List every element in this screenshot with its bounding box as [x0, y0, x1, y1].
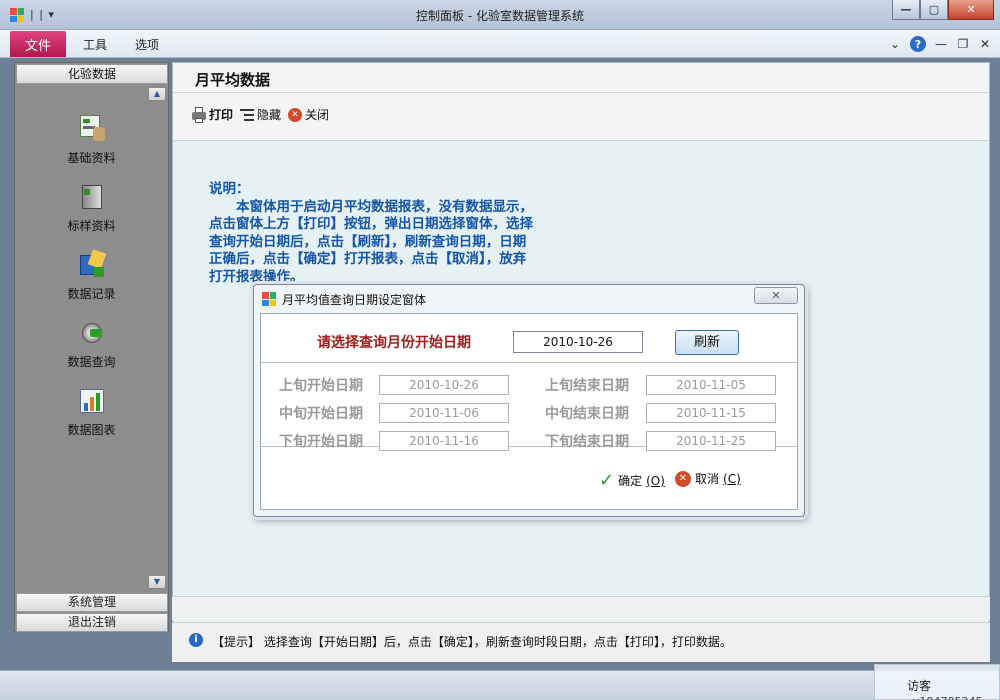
period-start-label: 上旬开始日期 — [279, 378, 363, 394]
period-start-input: 2010-11-06 — [379, 403, 509, 423]
nav-item-label: 标样资料 — [67, 219, 116, 233]
period-end-label: 中旬结束日期 — [545, 406, 629, 422]
left-nav-panel: 化验数据 ▲ 基础资料 标样资料 数据记录 数据查询 数据图表 ▼ 系统管理 退… — [14, 62, 169, 632]
period-start-label: 下旬开始日期 — [279, 434, 363, 450]
description-text: 说明： 本窗体用于启动月平均数据报表，没有数据显示，点击窗体上方【打印】按钮，弹… — [209, 181, 533, 285]
date-settings-dialog: 月平均值查询日期设定窗体 ✕ 请选择查询月份开始日期 2010-10-26 刷新… — [253, 284, 805, 517]
mdi-restore-icon[interactable]: ❐ — [956, 37, 970, 51]
print-button[interactable]: 打印 — [191, 106, 233, 123]
nav-item-data-charts[interactable]: 数据图表 — [15, 385, 168, 438]
scroll-down-button[interactable]: ▼ — [148, 575, 166, 589]
toolbar: 打印 隐藏 ✕ 关闭 — [173, 93, 989, 141]
period-end-label: 上旬结束日期 — [545, 378, 629, 394]
nav-group-logout[interactable]: 退出注销 — [16, 613, 168, 632]
ribbon: 文件 工具 选项 ⌄ ? — ❐ ✕ — [0, 30, 1000, 58]
database-form-icon — [76, 113, 108, 143]
period-end-input: 2010-11-05 — [646, 375, 776, 395]
nav-item-standard-samples[interactable]: 标样资料 — [15, 181, 168, 234]
cabinet-icon — [76, 181, 108, 211]
hide-list-icon — [239, 107, 255, 123]
nav-group-system-admin[interactable]: 系统管理 — [16, 593, 168, 612]
mdi-close-icon[interactable]: ✕ — [978, 37, 992, 51]
checkmark-icon: ✓ — [599, 470, 615, 491]
tip-text: 【提示】 选择查询【开始日期】后，点击【确定】，刷新查询时段日期，点击【打印】，… — [212, 635, 732, 649]
nav-item-label: 基础资料 — [67, 151, 116, 165]
nav-item-label: 数据图表 — [67, 423, 116, 437]
nav-group-header[interactable]: 化验数据 — [16, 64, 168, 84]
period-end-label: 下旬结束日期 — [545, 434, 629, 450]
dialog-app-icon — [262, 292, 276, 306]
dialog-body: 请选择查询月份开始日期 2010-10-26 刷新 上旬开始日期 2010-10… — [260, 313, 798, 510]
tip-bar: i 【提示】 选择查询【开始日期】后，点击【确定】，刷新查询时段日期，点击【打印… — [172, 622, 990, 662]
minimize-button[interactable]: — — [892, 0, 920, 20]
printer-icon — [191, 106, 207, 123]
tab-file[interactable]: 文件 — [10, 31, 66, 57]
ok-button[interactable]: ✓ 确定 (O) — [599, 470, 665, 491]
cancel-x-icon: ✕ — [675, 470, 691, 487]
period-start-input: 2010-10-26 — [379, 375, 509, 395]
query-start-label: 请选择查询月份开始日期 — [317, 335, 471, 351]
ribbon-collapse-icon[interactable]: ⌄ — [888, 37, 902, 51]
title-bar: | | ▾ 控制面板 - 化验室数据管理系统 — ▢ ✕ — [0, 0, 1000, 30]
visitor-badge: 访客v194785245 — [874, 664, 1000, 700]
nav-item-basic-data[interactable]: 基础资料 — [15, 113, 168, 166]
close-page-button[interactable]: ✕ 关闭 — [287, 106, 329, 123]
period-end-input: 2010-11-15 — [646, 403, 776, 423]
content-footer — [172, 596, 990, 620]
period-start-input: 2010-11-16 — [379, 431, 509, 451]
tab-tools[interactable]: 工具 — [83, 36, 107, 53]
period-start-label: 中旬开始日期 — [279, 406, 363, 422]
info-icon: i — [189, 633, 203, 647]
nav-item-data-records[interactable]: 数据记录 — [15, 249, 168, 302]
query-group: 请选择查询月份开始日期 2010-10-26 刷新 — [261, 314, 797, 363]
status-bar — [0, 670, 1000, 700]
hide-button[interactable]: 隐藏 — [239, 106, 281, 123]
window-title: 控制面板 - 化验室数据管理系统 — [416, 9, 584, 23]
mdi-minimize-icon[interactable]: — — [934, 37, 948, 51]
refresh-button[interactable]: 刷新 — [675, 330, 739, 355]
chart-icon — [76, 385, 108, 415]
nav-item-data-query[interactable]: 数据查询 — [15, 317, 168, 370]
help-icon[interactable]: ? — [910, 36, 926, 52]
query-start-date-input[interactable]: 2010-10-26 — [513, 331, 643, 353]
gear-query-icon — [76, 317, 108, 347]
cancel-button[interactable]: ✕ 取消 (C) — [675, 470, 741, 487]
dialog-title: 月平均值查询日期设定窗体 — [282, 293, 427, 307]
close-window-button[interactable]: ✕ — [948, 0, 994, 20]
tab-options[interactable]: 选项 — [135, 36, 159, 53]
page-title: 月平均数据 — [195, 71, 271, 89]
record-edit-icon — [76, 249, 108, 279]
nav-item-label: 数据查询 — [67, 355, 116, 369]
scroll-up-button[interactable]: ▲ — [148, 87, 166, 101]
dialog-close-button[interactable]: ✕ — [754, 287, 798, 304]
maximize-button[interactable]: ▢ — [920, 0, 948, 20]
period-group: 上旬开始日期 2010-10-26 上旬结束日期 2010-11-05 中旬开始… — [261, 363, 797, 451]
close-circle-icon: ✕ — [287, 107, 303, 123]
period-end-input: 2010-11-25 — [646, 431, 776, 451]
nav-item-label: 数据记录 — [67, 287, 116, 301]
